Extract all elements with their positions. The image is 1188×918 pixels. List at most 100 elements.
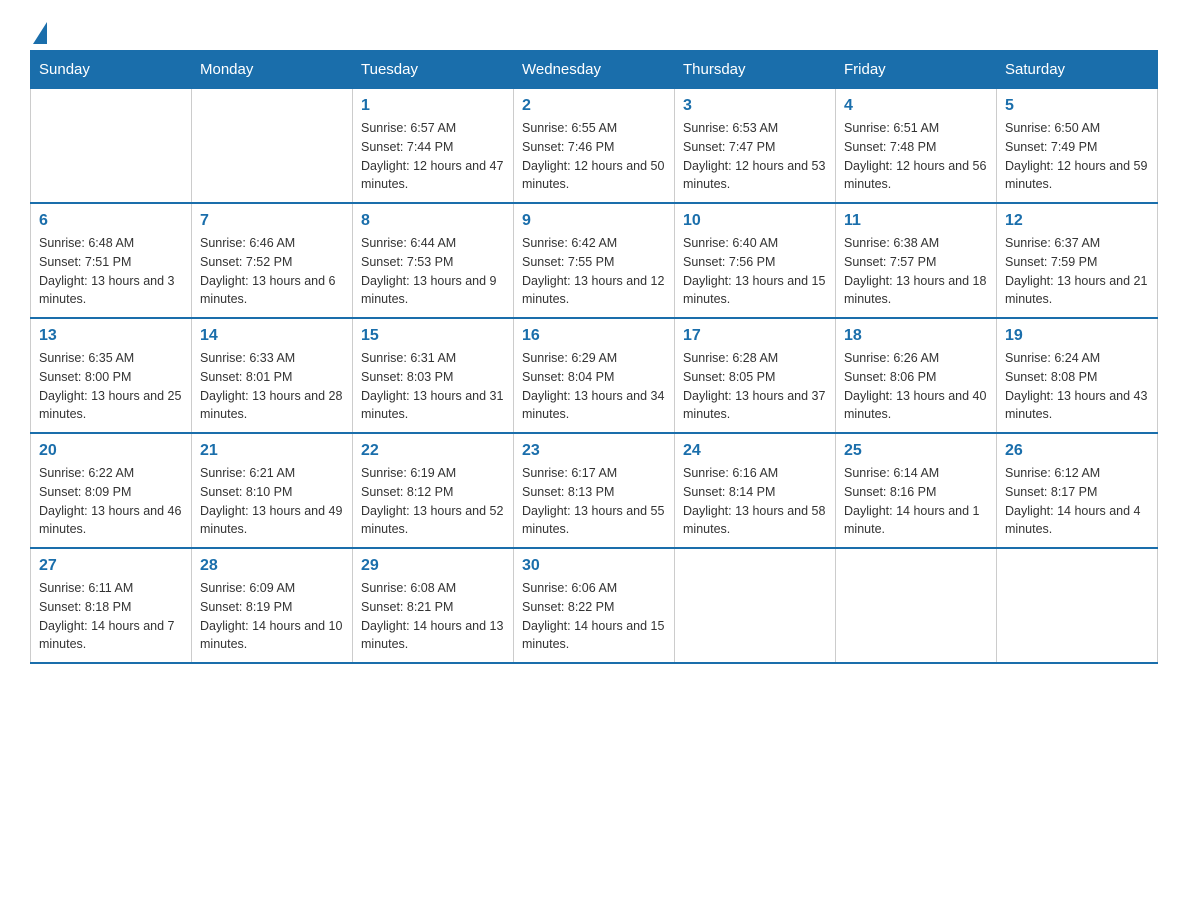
calendar-cell: 28Sunrise: 6:09 AMSunset: 8:19 PMDayligh… bbox=[192, 548, 353, 663]
calendar-cell: 24 Sunrise: 6:16 AMSunset: 8:14 PMDayligh… bbox=[675, 433, 836, 548]
day-info: Sunrise: 6:48 AMSunset: 7:51 PMDaylight:… bbox=[39, 234, 183, 309]
calendar-cell: 22 Sunrise: 6:19 AMSunset: 8:12 PMDayligh… bbox=[353, 433, 514, 548]
day-number: 19 bbox=[1005, 327, 1149, 345]
calendar-cell: 3 Sunrise: 6:53 AMSunset: 7:47 PMDaylight… bbox=[675, 89, 836, 204]
calendar-cell: 25Sunrise: 6:14 AMSunset: 8:16 PMDayligh… bbox=[836, 433, 997, 548]
calendar-cell: 21 Sunrise: 6:21 AMSunset: 8:10 PMDayligh… bbox=[192, 433, 353, 548]
calendar-cell: 11 Sunrise: 6:38 AMSunset: 7:57 PMDayligh… bbox=[836, 203, 997, 318]
day-number: 24 bbox=[683, 442, 827, 460]
day-info: Sunrise: 6:29 AMSunset: 8:04 PMDaylight:… bbox=[522, 349, 666, 424]
day-info: Sunrise: 6:51 AMSunset: 7:48 PMDaylight:… bbox=[844, 119, 988, 194]
calendar-cell: 20 Sunrise: 6:22 AMSunset: 8:09 PMDayligh… bbox=[31, 433, 192, 548]
weekday-header-wednesday: Wednesday bbox=[514, 51, 675, 89]
calendar-cell: 10Sunrise: 6:40 AMSunset: 7:56 PMDayligh… bbox=[675, 203, 836, 318]
calendar-cell: 29 Sunrise: 6:08 AMSunset: 8:21 PMDayligh… bbox=[353, 548, 514, 663]
calendar-cell: 1 Sunrise: 6:57 AMSunset: 7:44 PMDaylight… bbox=[353, 89, 514, 204]
day-info: Sunrise: 6:33 AMSunset: 8:01 PMDaylight:… bbox=[200, 349, 344, 424]
calendar-cell: 26Sunrise: 6:12 AMSunset: 8:17 PMDayligh… bbox=[997, 433, 1158, 548]
day-info: Sunrise: 6:12 AMSunset: 8:17 PMDaylight:… bbox=[1005, 464, 1149, 539]
day-number: 17 bbox=[683, 327, 827, 345]
day-number: 1 bbox=[361, 97, 505, 115]
day-number: 18 bbox=[844, 327, 988, 345]
day-number: 12 bbox=[1005, 212, 1149, 230]
calendar-table: SundayMondayTuesdayWednesdayThursdayFrid… bbox=[30, 50, 1158, 664]
day-info: Sunrise: 6:40 AMSunset: 7:56 PMDaylight:… bbox=[683, 234, 827, 309]
week-row-1: 1 Sunrise: 6:57 AMSunset: 7:44 PMDaylight… bbox=[31, 89, 1158, 204]
day-number: 21 bbox=[200, 442, 344, 460]
day-info: Sunrise: 6:50 AMSunset: 7:49 PMDaylight:… bbox=[1005, 119, 1149, 194]
calendar-cell: 15 Sunrise: 6:31 AMSunset: 8:03 PMDayligh… bbox=[353, 318, 514, 433]
day-number: 9 bbox=[522, 212, 666, 230]
weekday-header-monday: Monday bbox=[192, 51, 353, 89]
page-header bbox=[30, 20, 1158, 40]
calendar-cell bbox=[997, 548, 1158, 663]
weekday-header-friday: Friday bbox=[836, 51, 997, 89]
day-info: Sunrise: 6:16 AMSunset: 8:14 PMDaylight:… bbox=[683, 464, 827, 539]
day-info: Sunrise: 6:31 AMSunset: 8:03 PMDaylight:… bbox=[361, 349, 505, 424]
calendar-cell: 7 Sunrise: 6:46 AMSunset: 7:52 PMDaylight… bbox=[192, 203, 353, 318]
week-row-4: 20 Sunrise: 6:22 AMSunset: 8:09 PMDayligh… bbox=[31, 433, 1158, 548]
day-info: Sunrise: 6:46 AMSunset: 7:52 PMDaylight:… bbox=[200, 234, 344, 309]
day-number: 23 bbox=[522, 442, 666, 460]
day-info: Sunrise: 6:24 AMSunset: 8:08 PMDaylight:… bbox=[1005, 349, 1149, 424]
day-number: 20 bbox=[39, 442, 183, 460]
day-number: 27 bbox=[39, 557, 183, 575]
day-info: Sunrise: 6:28 AMSunset: 8:05 PMDaylight:… bbox=[683, 349, 827, 424]
day-info: Sunrise: 6:26 AMSunset: 8:06 PMDaylight:… bbox=[844, 349, 988, 424]
day-number: 15 bbox=[361, 327, 505, 345]
day-number: 8 bbox=[361, 212, 505, 230]
day-info: Sunrise: 6:09 AMSunset: 8:19 PMDaylight:… bbox=[200, 579, 344, 654]
day-number: 6 bbox=[39, 212, 183, 230]
calendar-cell: 17 Sunrise: 6:28 AMSunset: 8:05 PMDayligh… bbox=[675, 318, 836, 433]
day-info: Sunrise: 6:53 AMSunset: 7:47 PMDaylight:… bbox=[683, 119, 827, 194]
day-info: Sunrise: 6:57 AMSunset: 7:44 PMDaylight:… bbox=[361, 119, 505, 194]
weekday-header-thursday: Thursday bbox=[675, 51, 836, 89]
day-number: 22 bbox=[361, 442, 505, 460]
day-info: Sunrise: 6:21 AMSunset: 8:10 PMDaylight:… bbox=[200, 464, 344, 539]
weekday-header-tuesday: Tuesday bbox=[353, 51, 514, 89]
calendar-cell bbox=[192, 89, 353, 204]
weekday-header-row: SundayMondayTuesdayWednesdayThursdayFrid… bbox=[31, 51, 1158, 89]
day-info: Sunrise: 6:22 AMSunset: 8:09 PMDaylight:… bbox=[39, 464, 183, 539]
day-number: 16 bbox=[522, 327, 666, 345]
day-number: 29 bbox=[361, 557, 505, 575]
calendar-cell bbox=[836, 548, 997, 663]
day-info: Sunrise: 6:17 AMSunset: 8:13 PMDaylight:… bbox=[522, 464, 666, 539]
calendar-cell: 8 Sunrise: 6:44 AMSunset: 7:53 PMDaylight… bbox=[353, 203, 514, 318]
day-info: Sunrise: 6:44 AMSunset: 7:53 PMDaylight:… bbox=[361, 234, 505, 309]
day-number: 11 bbox=[844, 212, 988, 230]
day-number: 2 bbox=[522, 97, 666, 115]
week-row-3: 13 Sunrise: 6:35 AMSunset: 8:00 PMDayligh… bbox=[31, 318, 1158, 433]
day-info: Sunrise: 6:38 AMSunset: 7:57 PMDaylight:… bbox=[844, 234, 988, 309]
day-number: 7 bbox=[200, 212, 344, 230]
calendar-cell: 14 Sunrise: 6:33 AMSunset: 8:01 PMDayligh… bbox=[192, 318, 353, 433]
weekday-header-sunday: Sunday bbox=[31, 51, 192, 89]
calendar-cell: 13 Sunrise: 6:35 AMSunset: 8:00 PMDayligh… bbox=[31, 318, 192, 433]
day-number: 4 bbox=[844, 97, 988, 115]
day-info: Sunrise: 6:08 AMSunset: 8:21 PMDaylight:… bbox=[361, 579, 505, 654]
day-info: Sunrise: 6:37 AMSunset: 7:59 PMDaylight:… bbox=[1005, 234, 1149, 309]
calendar-cell: 2 Sunrise: 6:55 AMSunset: 7:46 PMDaylight… bbox=[514, 89, 675, 204]
calendar-cell bbox=[675, 548, 836, 663]
day-info: Sunrise: 6:55 AMSunset: 7:46 PMDaylight:… bbox=[522, 119, 666, 194]
day-info: Sunrise: 6:42 AMSunset: 7:55 PMDaylight:… bbox=[522, 234, 666, 309]
week-row-5: 27 Sunrise: 6:11 AMSunset: 8:18 PMDayligh… bbox=[31, 548, 1158, 663]
day-number: 30 bbox=[522, 557, 666, 575]
weekday-header-saturday: Saturday bbox=[997, 51, 1158, 89]
logo-triangle-icon bbox=[33, 22, 47, 44]
day-number: 3 bbox=[683, 97, 827, 115]
day-info: Sunrise: 6:06 AMSunset: 8:22 PMDaylight:… bbox=[522, 579, 666, 654]
logo bbox=[30, 20, 47, 40]
day-info: Sunrise: 6:19 AMSunset: 8:12 PMDaylight:… bbox=[361, 464, 505, 539]
calendar-cell: 30 Sunrise: 6:06 AMSunset: 8:22 PMDayligh… bbox=[514, 548, 675, 663]
calendar-cell: 9 Sunrise: 6:42 AMSunset: 7:55 PMDaylight… bbox=[514, 203, 675, 318]
calendar-cell: 16 Sunrise: 6:29 AMSunset: 8:04 PMDayligh… bbox=[514, 318, 675, 433]
calendar-cell: 6 Sunrise: 6:48 AMSunset: 7:51 PMDaylight… bbox=[31, 203, 192, 318]
calendar-cell: 4 Sunrise: 6:51 AMSunset: 7:48 PMDaylight… bbox=[836, 89, 997, 204]
day-info: Sunrise: 6:35 AMSunset: 8:00 PMDaylight:… bbox=[39, 349, 183, 424]
day-info: Sunrise: 6:11 AMSunset: 8:18 PMDaylight:… bbox=[39, 579, 183, 654]
day-number: 13 bbox=[39, 327, 183, 345]
calendar-cell: 18 Sunrise: 6:26 AMSunset: 8:06 PMDayligh… bbox=[836, 318, 997, 433]
day-number: 14 bbox=[200, 327, 344, 345]
calendar-cell: 19 Sunrise: 6:24 AMSunset: 8:08 PMDayligh… bbox=[997, 318, 1158, 433]
